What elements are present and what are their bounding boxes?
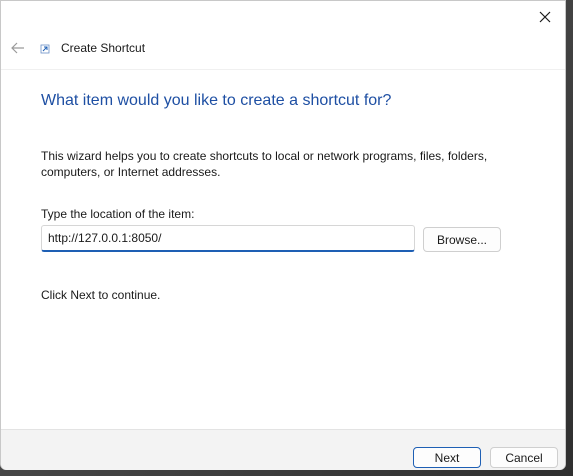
wizard-title: Create Shortcut [61,41,146,55]
shortcut-icon [37,41,53,57]
wizard-description: This wizard helps you to create shortcut… [41,149,488,179]
back-button[interactable] [7,37,29,59]
wizard-footer: Next Cancel [1,429,565,470]
browse-button[interactable]: Browse... [423,227,501,252]
page-heading: What item would you like to create a sho… [41,92,392,109]
close-button[interactable] [525,1,565,33]
continue-text: Click Next to continue. [41,288,161,302]
close-icon [539,11,551,23]
wizard-header: Create Shortcut [1,31,565,69]
wizard-content: What item would you like to create a sho… [1,69,565,430]
location-label: Type the location of the item: [41,207,195,221]
create-shortcut-dialog: Create Shortcut What item would you like… [0,0,566,470]
cancel-button[interactable]: Cancel [490,447,558,468]
next-button[interactable]: Next [413,447,481,468]
back-arrow-icon [11,42,24,54]
location-input[interactable] [41,225,415,252]
